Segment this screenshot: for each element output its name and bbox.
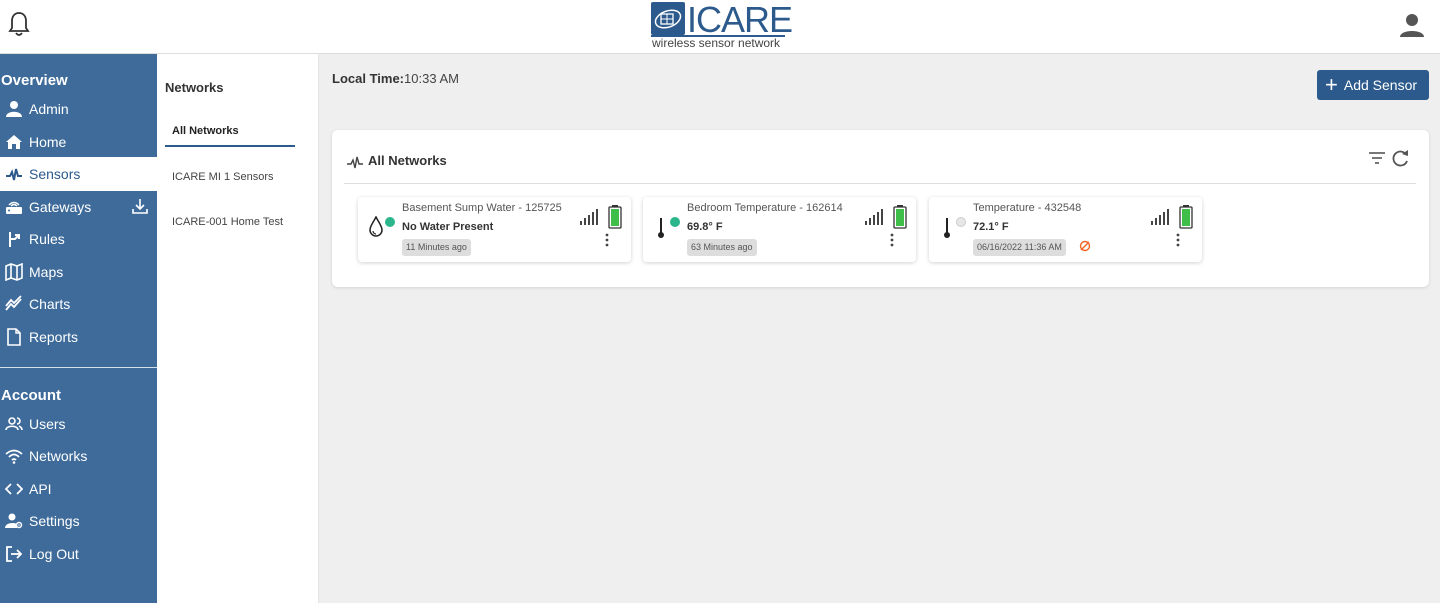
network-item-all-networks[interactable]: All Networks: [172, 125, 239, 137]
battery-icon: [1179, 205, 1193, 229]
sidebar-item-maps[interactable]: Maps: [0, 259, 157, 284]
sidebar-item-api[interactable]: API: [0, 476, 157, 501]
sidebar-item-gateways[interactable]: Gateways: [0, 194, 157, 219]
download-icon[interactable]: [131, 197, 149, 218]
logo-subtitle: wireless sensor network: [652, 36, 781, 50]
more-options-icon[interactable]: [604, 233, 610, 247]
status-dot: [956, 217, 966, 227]
thermometer-icon: [658, 218, 664, 238]
sidebar-item-label: Networks: [29, 447, 88, 464]
network-item-icare-001-home-test[interactable]: ICARE-001 Home Test: [172, 216, 283, 228]
sensor-tile[interactable]: Bedroom Temperature - 162614 69.8° F 63 …: [643, 197, 916, 262]
water-drop-icon: [369, 216, 383, 237]
sidebar-item-label: Maps: [29, 263, 64, 280]
user-settings-icon: [4, 511, 24, 531]
local-time-label: Local Time:: [332, 71, 405, 86]
pulse-icon: [4, 164, 24, 184]
top-bar: ICARE wireless sensor network: [0, 0, 1440, 54]
sidebar-item-sensors[interactable]: Sensors: [0, 157, 157, 191]
sidebar-item-users[interactable]: Users: [0, 411, 157, 436]
network-selected-underline: [165, 145, 295, 147]
filter-icon[interactable]: [1368, 150, 1386, 166]
sidebar-item-log-out[interactable]: Log Out: [0, 541, 157, 566]
sidebar-divider: [0, 367, 157, 368]
user-icon[interactable]: [1399, 12, 1425, 38]
status-dot: [670, 217, 680, 227]
icare-logo[interactable]: ICARE wireless sensor network: [651, 0, 793, 50]
card-divider: [344, 183, 1416, 184]
sensor-name: Basement Sump Water - 125725: [402, 202, 562, 214]
local-time-value: 10:33 AM: [404, 71, 459, 86]
networks-panel: Networks All Networks ICARE MI 1 Sensors…: [157, 54, 319, 603]
sidebar-item-reports[interactable]: Reports: [0, 324, 157, 349]
networks-panel-title: Networks: [165, 80, 224, 95]
home-icon: [4, 132, 24, 152]
sidebar-item-rules[interactable]: Rules: [0, 226, 157, 251]
add-sensor-button[interactable]: + Add Sensor: [1317, 70, 1429, 100]
card-title: All Networks: [368, 153, 447, 168]
status-dot: [385, 217, 395, 227]
more-options-icon[interactable]: [889, 233, 895, 247]
sensor-time-badge: 63 Minutes ago: [687, 239, 757, 256]
sensor-value: No Water Present: [402, 221, 494, 233]
signal-strength-icon: [1151, 209, 1169, 225]
battery-icon: [608, 205, 622, 229]
sidebar-item-home[interactable]: Home: [0, 129, 157, 154]
sensor-value: 69.8° F: [687, 221, 723, 233]
thermometer-icon: [944, 218, 950, 238]
wifi-icon: [4, 446, 24, 466]
warning-icon: [1079, 240, 1091, 252]
sidebar-item-label: API: [29, 480, 52, 497]
bell-icon[interactable]: [8, 11, 30, 37]
pulse-icon: [347, 156, 363, 169]
chart-icon: [4, 294, 24, 314]
sidebar-item-admin[interactable]: Admin: [0, 96, 157, 121]
sidebar-item-label: Home: [29, 133, 67, 150]
sidebar-item-label: Sensors: [29, 166, 81, 182]
logout-icon: [4, 544, 24, 564]
overview-section-title: Overview: [1, 72, 68, 89]
account-section-title: Account: [1, 387, 61, 404]
sidebar-item-label: Reports: [29, 328, 79, 345]
sensors-card: All Networks Basement Sump Water - 12572…: [332, 130, 1429, 287]
sidebar-item-label: Admin: [29, 100, 69, 117]
plus-icon: +: [1325, 72, 1338, 97]
sensor-name: Bedroom Temperature - 162614: [687, 202, 843, 214]
local-time: Local Time:10:33 AM: [332, 71, 459, 86]
admin-icon: [4, 99, 24, 119]
sensor-tile[interactable]: Temperature - 432548 72.1° F 06/16/2022 …: [929, 197, 1202, 262]
signal-strength-icon: [580, 209, 598, 225]
more-options-icon[interactable]: [1175, 233, 1181, 247]
sidebar-item-charts[interactable]: Charts: [0, 291, 157, 316]
sidebar-item-label: Users: [29, 415, 66, 432]
users-icon: [4, 414, 24, 434]
sensor-name: Temperature - 432548: [973, 202, 1082, 214]
document-icon: [4, 327, 24, 347]
battery-icon: [893, 205, 907, 229]
map-icon: [4, 262, 24, 282]
code-icon: [4, 479, 24, 499]
network-item-icare-mi-1-sensors[interactable]: ICARE MI 1 Sensors: [172, 171, 273, 183]
sidebar-item-label: Settings: [29, 512, 80, 529]
rules-icon: [4, 229, 24, 249]
sensor-tile[interactable]: Basement Sump Water - 125725 No Water Pr…: [358, 197, 631, 262]
sidebar-item-label: Gateways: [29, 198, 92, 215]
sidebar: Overview Admin Home Sensors Gateways Rul…: [0, 54, 157, 603]
sidebar-item-label: Log Out: [29, 545, 79, 562]
signal-strength-icon: [865, 209, 883, 225]
sidebar-item-settings[interactable]: Settings: [0, 508, 157, 533]
sensor-value: 72.1° F: [973, 221, 1009, 233]
refresh-icon[interactable]: [1391, 149, 1410, 168]
gateway-icon: [4, 197, 24, 217]
sidebar-item-networks[interactable]: Networks: [0, 443, 157, 468]
sensor-time-badge: 11 Minutes ago: [402, 239, 471, 256]
logo-mark: [651, 2, 685, 35]
add-sensor-label: Add Sensor: [1343, 77, 1418, 93]
sidebar-item-label: Rules: [29, 230, 65, 247]
sidebar-item-label: Charts: [29, 295, 71, 312]
sensor-time-badge: 06/16/2022 11:36 AM: [973, 239, 1066, 256]
